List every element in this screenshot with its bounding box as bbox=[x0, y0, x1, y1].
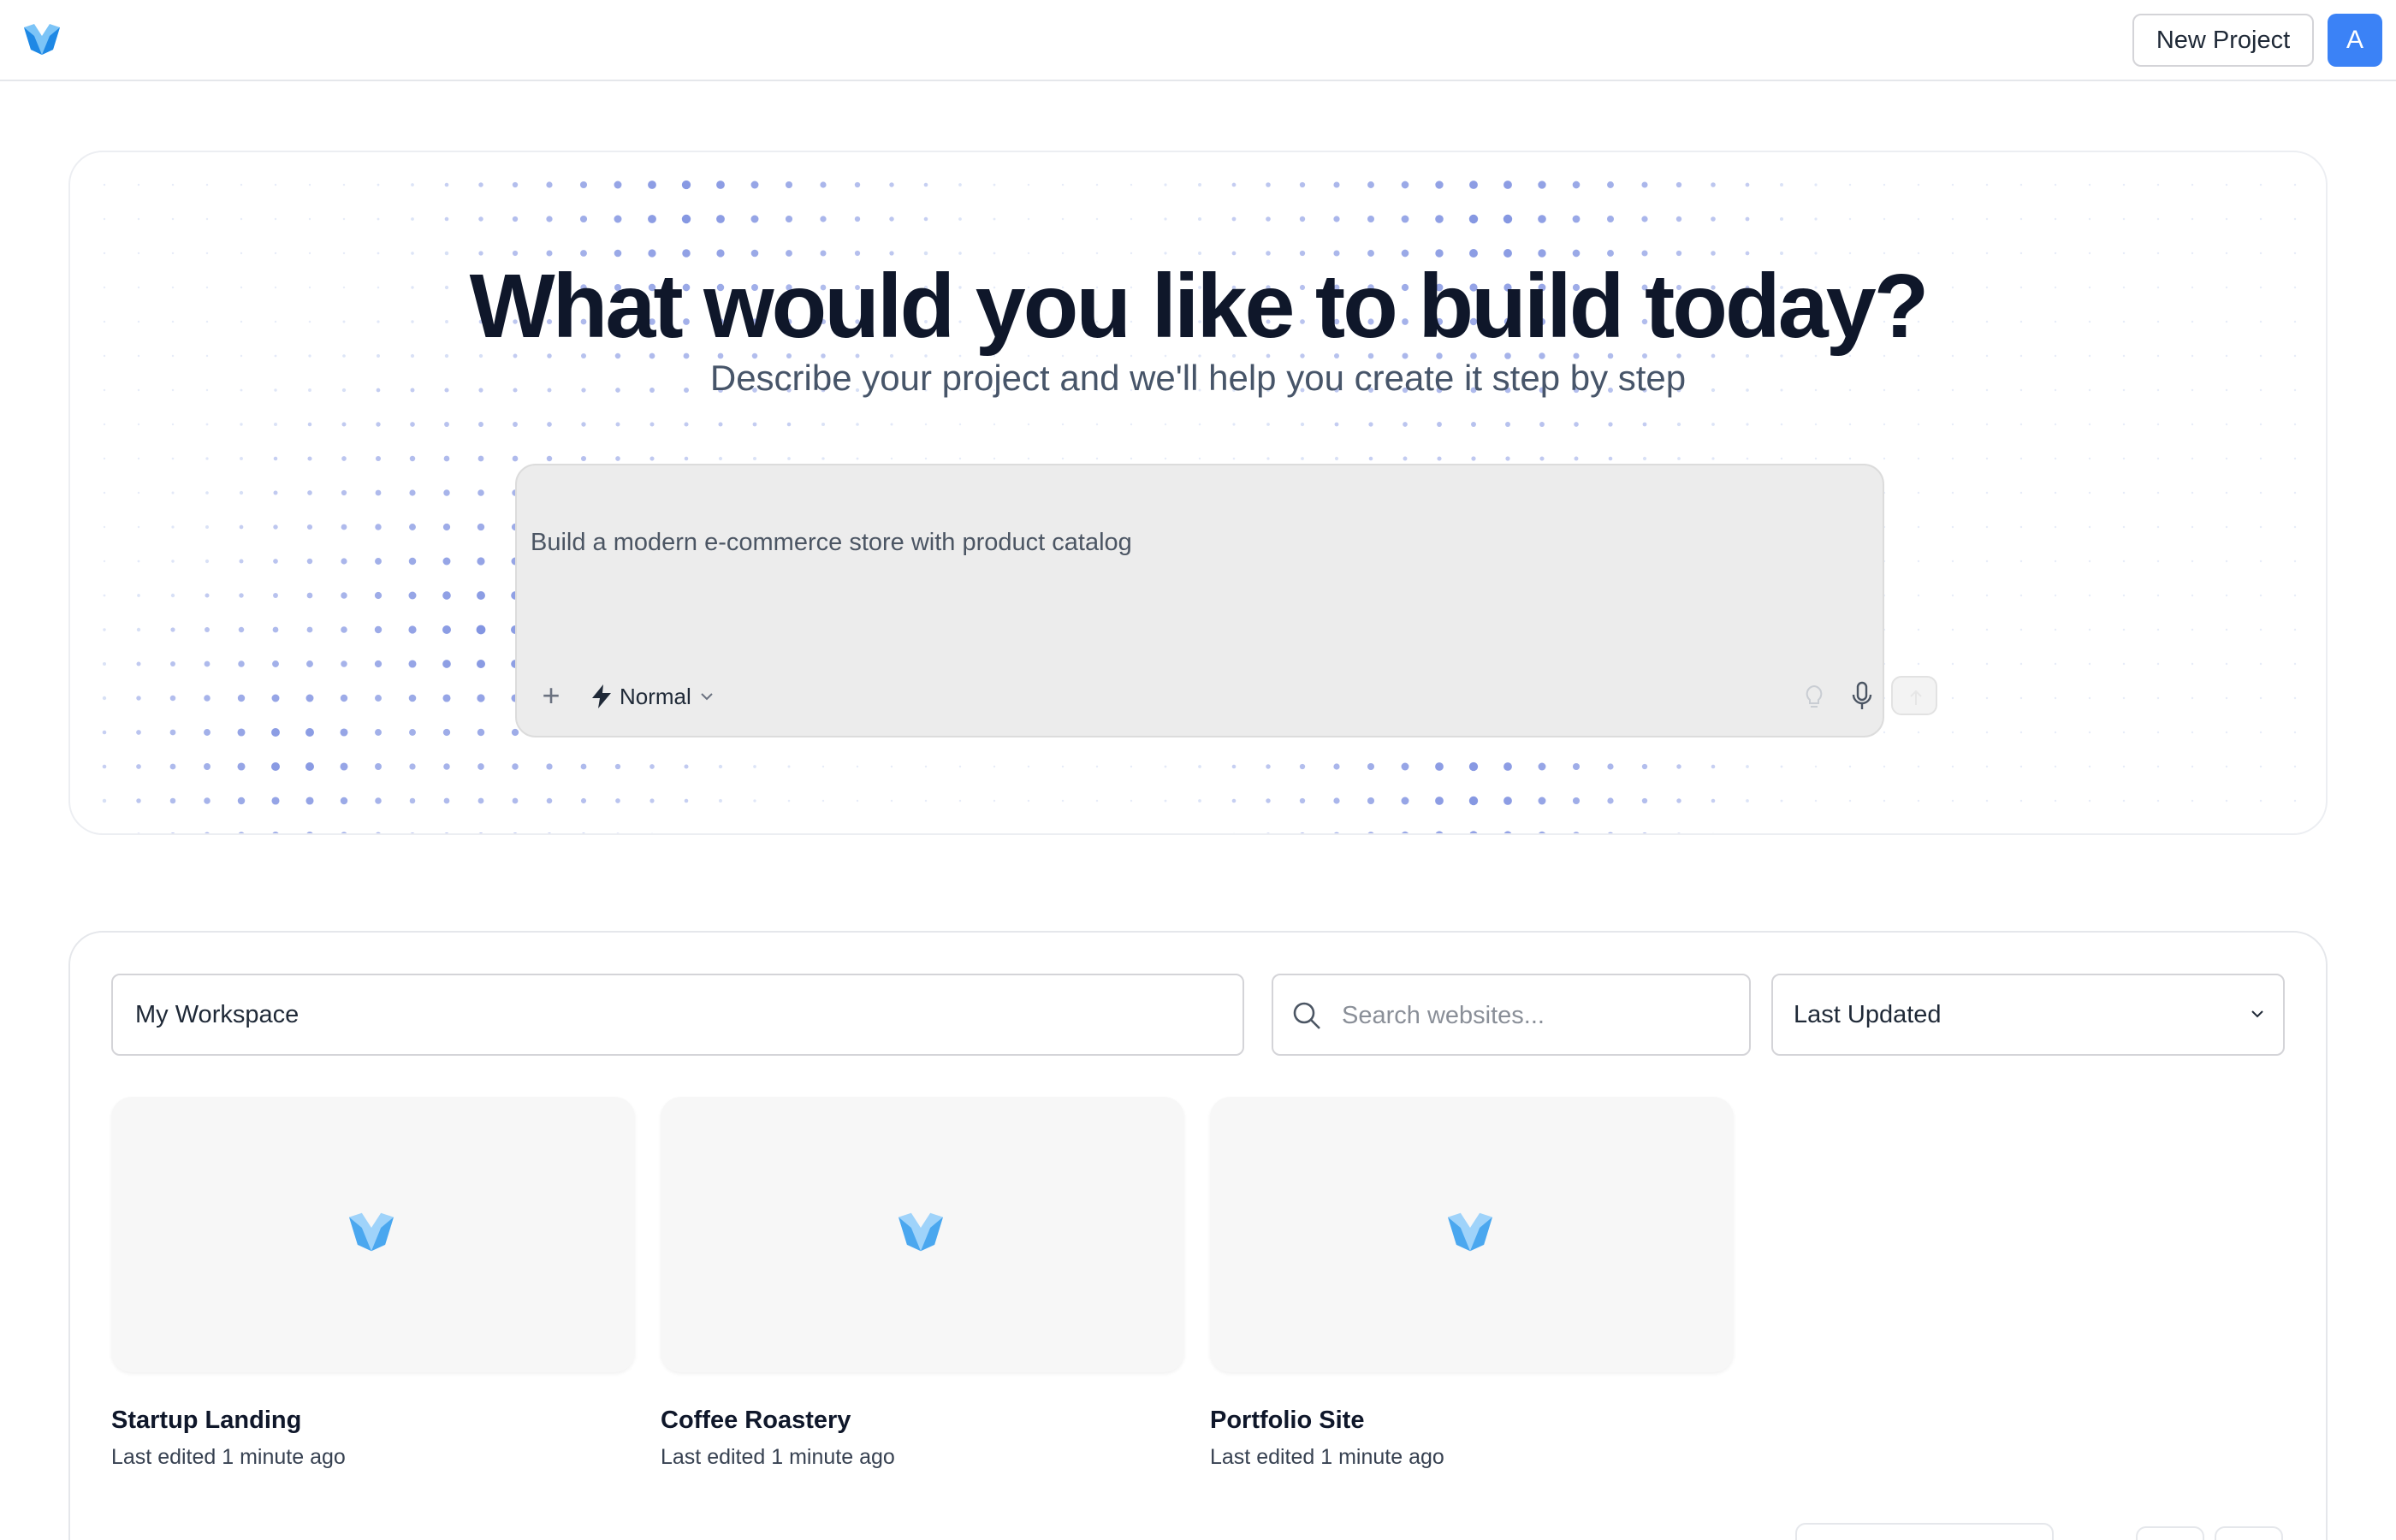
plus-icon[interactable]: + bbox=[536, 680, 566, 712]
lightning-icon bbox=[592, 684, 611, 708]
brand-logo-icon[interactable] bbox=[24, 24, 60, 55]
chevron-down-icon bbox=[701, 693, 713, 701]
hero-title: What would you like to build today? bbox=[469, 256, 1930, 357]
project-thumbnail[interactable] bbox=[661, 1097, 1184, 1372]
pagination-control[interactable] bbox=[1795, 1523, 2054, 1540]
sort-label: Last Updated bbox=[1794, 1000, 1942, 1028]
lightbulb-icon[interactable] bbox=[1800, 683, 1828, 710]
project-card[interactable]: Coffee Roastery Last edited 1 minute ago bbox=[661, 1097, 1184, 1470]
new-project-button[interactable]: New Project bbox=[2132, 14, 2314, 67]
microphone-icon[interactable] bbox=[1848, 681, 1876, 712]
arrow-up-icon bbox=[1910, 690, 1922, 705]
hero-subtitle: Describe your project and we'll help you… bbox=[709, 358, 1687, 398]
top-bar: New Project A bbox=[0, 0, 2396, 81]
send-button[interactable] bbox=[1891, 676, 1937, 715]
pagination-next-button[interactable] bbox=[2215, 1526, 2283, 1540]
brand-logo-icon bbox=[349, 1212, 394, 1252]
brand-logo-icon bbox=[1448, 1212, 1492, 1252]
pagination-prev-button[interactable] bbox=[2136, 1526, 2204, 1540]
project-last-edited: Last edited 1 minute ago bbox=[111, 1445, 346, 1469]
project-title[interactable]: Startup Landing bbox=[111, 1407, 635, 1435]
project-title[interactable]: Coffee Roastery bbox=[661, 1407, 1184, 1435]
project-title[interactable]: Portfolio Site bbox=[1210, 1407, 1734, 1435]
sort-select[interactable]: Last Updated bbox=[1771, 974, 2285, 1056]
brand-logo-icon bbox=[898, 1212, 943, 1252]
hero-section: What would you like to build today? Desc… bbox=[68, 151, 2328, 835]
project-last-edited: Last edited 1 minute ago bbox=[661, 1445, 895, 1469]
project-last-edited: Last edited 1 minute ago bbox=[1210, 1445, 1444, 1469]
mode-dropdown[interactable]: Normal bbox=[592, 681, 714, 712]
search-icon bbox=[1293, 1002, 1320, 1029]
prompt-input-box[interactable]: Build a modern e-commerce store with pro… bbox=[515, 464, 1937, 737]
projects-panel: My Workspace Last Updated Startup Landin… bbox=[68, 931, 2328, 1540]
chevron-down-icon bbox=[2251, 1010, 2263, 1018]
user-avatar[interactable]: A bbox=[2328, 14, 2382, 67]
project-card[interactable]: Startup Landing Last edited 1 minute ago bbox=[111, 1097, 635, 1470]
project-card[interactable]: Portfolio Site Last edited 1 minute ago bbox=[1210, 1097, 1734, 1470]
prompt-textarea[interactable]: Build a modern e-commerce store with pro… bbox=[531, 529, 1132, 557]
workspace-selector[interactable]: My Workspace bbox=[111, 974, 1244, 1056]
project-thumbnail[interactable] bbox=[111, 1097, 635, 1372]
project-thumbnail[interactable] bbox=[1210, 1097, 1734, 1372]
search-input[interactable] bbox=[1342, 996, 1735, 1035]
mode-label: Normal bbox=[620, 683, 691, 709]
search-field[interactable] bbox=[1272, 974, 1751, 1056]
